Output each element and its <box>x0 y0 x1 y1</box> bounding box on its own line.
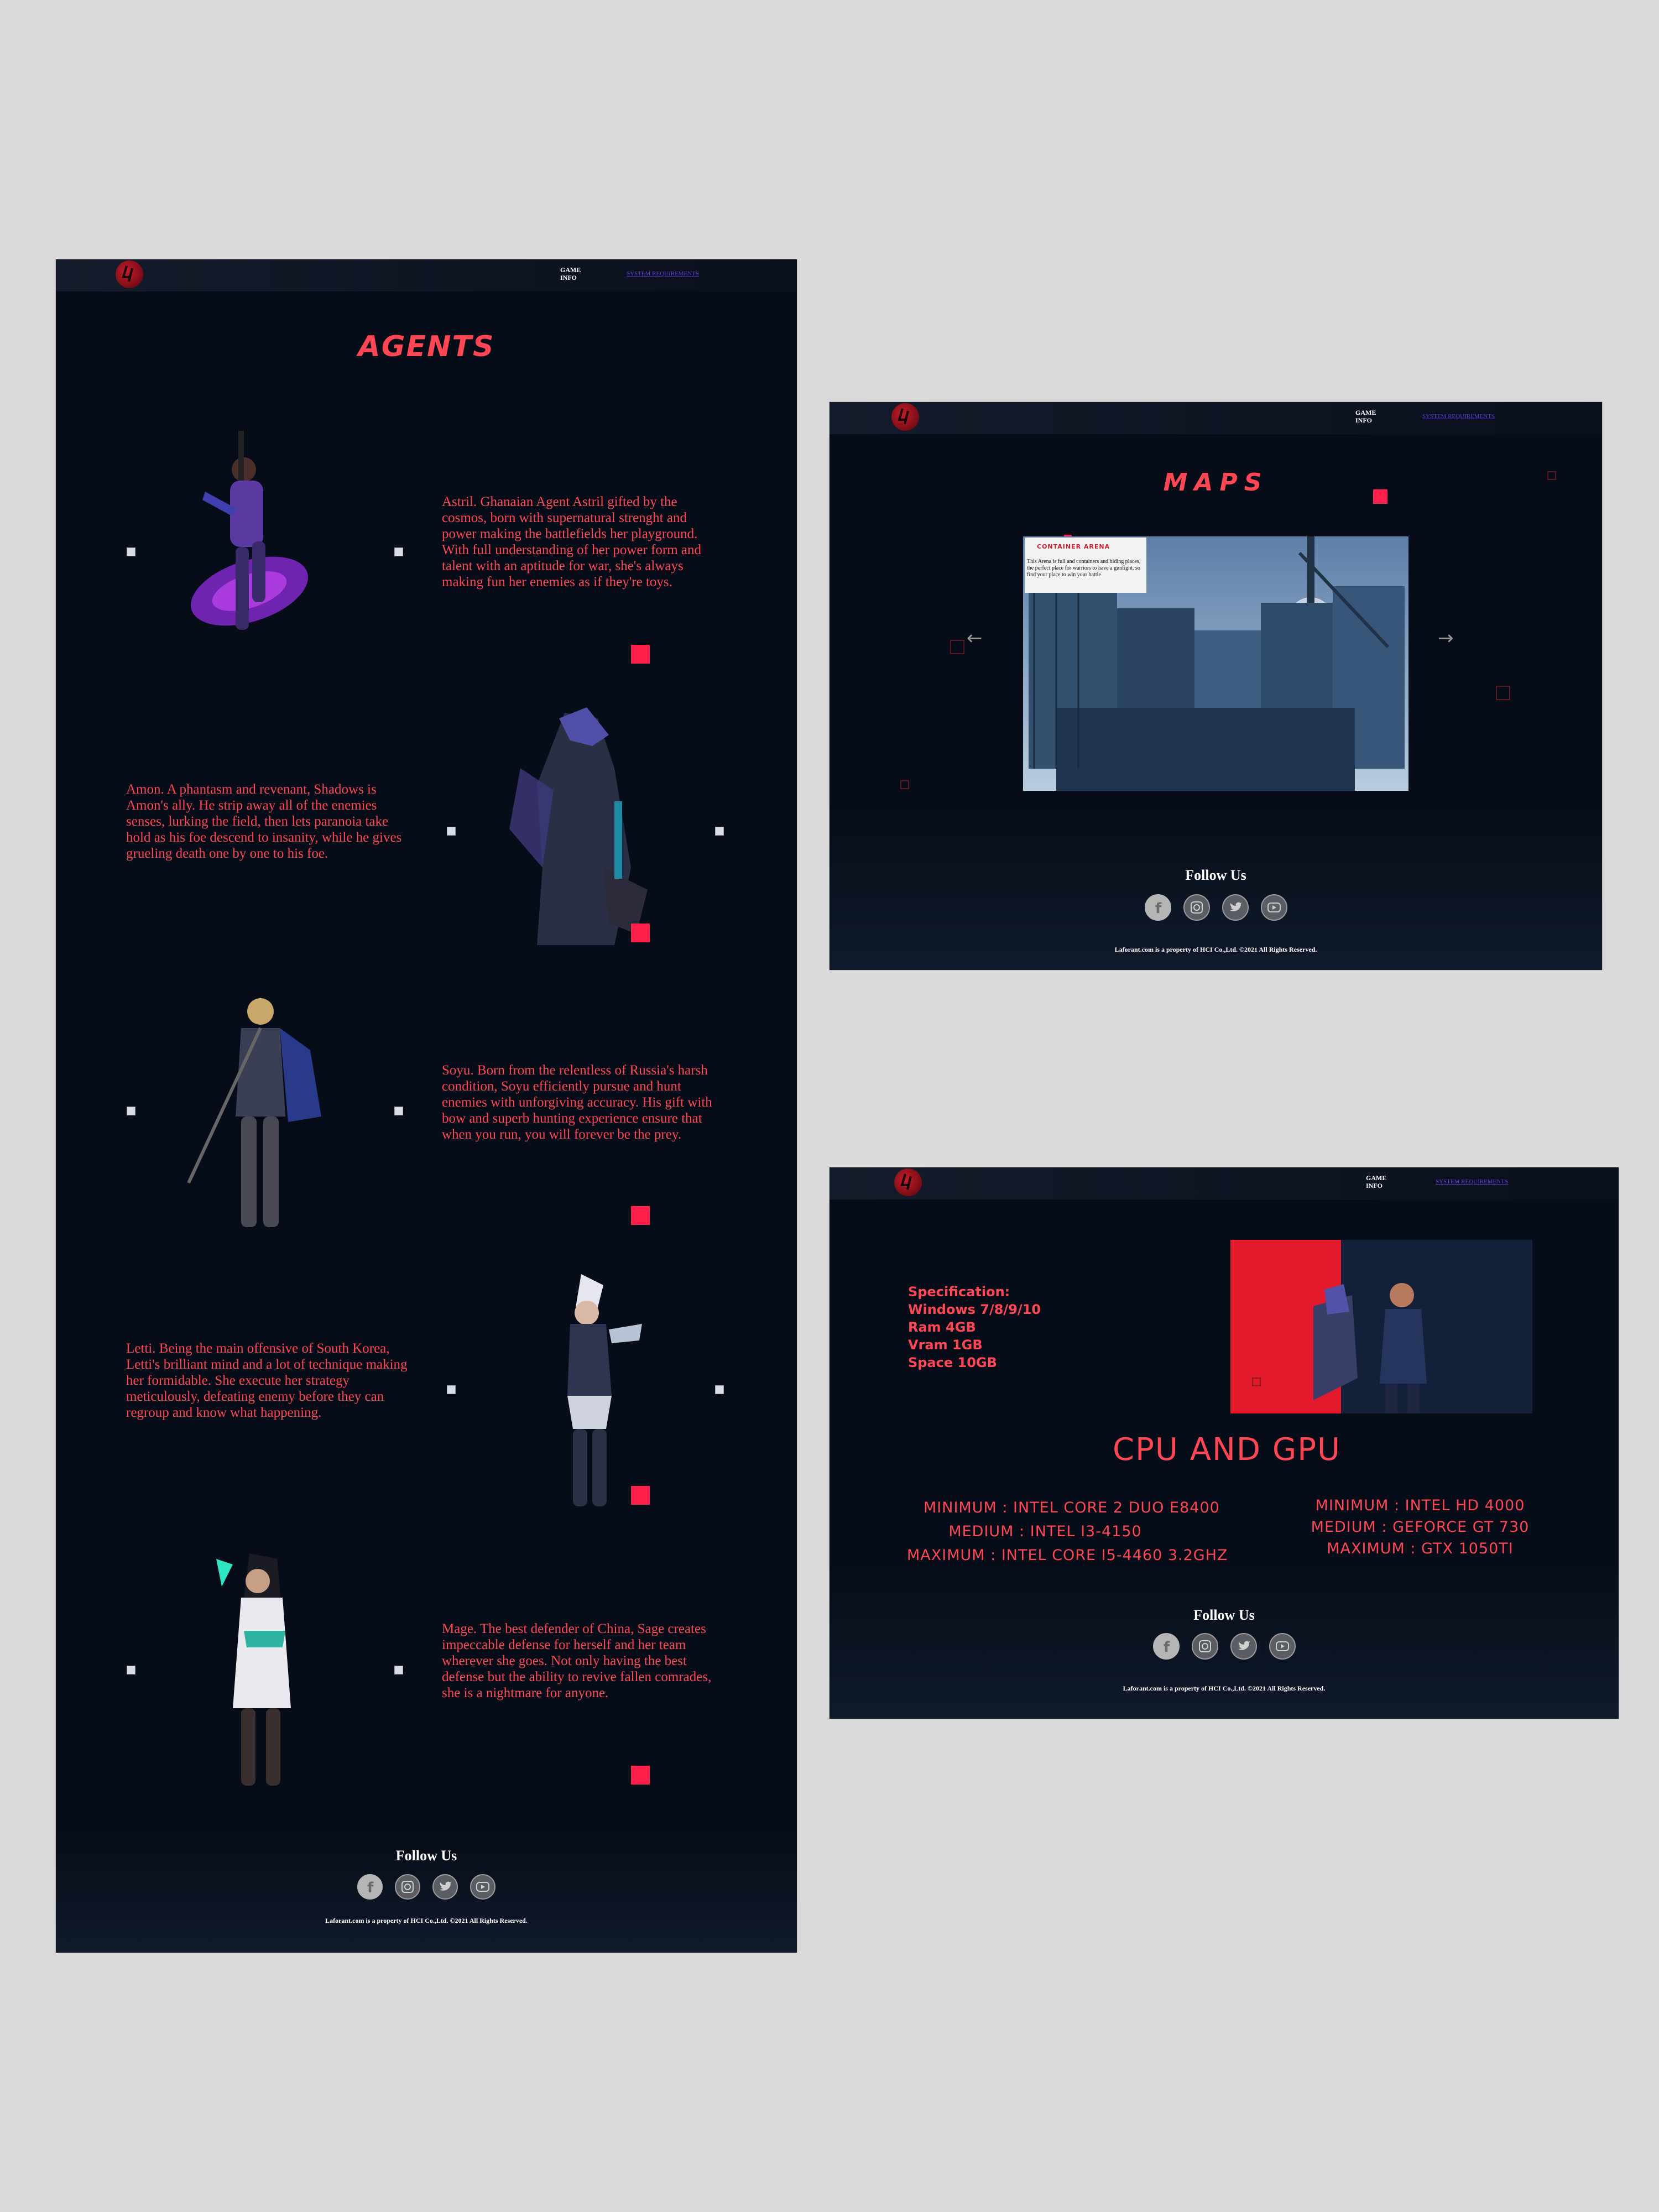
facebook-icon[interactable]: f <box>357 1874 383 1900</box>
navbar: GAME INFO SYSTEM REQUIREMENTS <box>830 402 1602 434</box>
logo-icon[interactable] <box>891 403 919 431</box>
agent-amon-image <box>509 707 648 945</box>
twitter-icon[interactable] <box>432 1874 458 1900</box>
svg-text:f: f <box>1164 1639 1170 1656</box>
system-requirements-page: GAME INFO SYSTEM REQUIREMENTS Specificat… <box>830 1167 1619 1719</box>
instagram-icon[interactable] <box>1191 1633 1218 1660</box>
cpu-maximum: MAXIMUM : INTEL CORE I5-4460 3.2GHZ <box>907 1547 1228 1564</box>
follow-us-heading: Follow Us <box>1193 1607 1255 1623</box>
copyright-text: Laforant.com is a property of HCI Co.,Lt… <box>1114 946 1317 953</box>
slider-handle[interactable] <box>394 1666 403 1674</box>
slider-handle[interactable] <box>127 547 135 556</box>
slider-handle[interactable] <box>394 547 403 556</box>
decor-square <box>1547 471 1556 480</box>
decor-square <box>631 1766 650 1785</box>
spec-line: Ram 4GB <box>908 1319 976 1335</box>
decor-square <box>1373 489 1387 504</box>
slider-handle[interactable] <box>127 1666 135 1674</box>
spec-line: Space 10GB <box>908 1355 997 1370</box>
page-title: AGENTS <box>358 330 495 363</box>
youtube-icon[interactable] <box>1269 1633 1296 1660</box>
gpu-medium: MEDIUM : GEFORCE GT 730 <box>1311 1519 1530 1536</box>
nav-game-info[interactable]: GAME INFO <box>560 266 593 281</box>
twitter-icon[interactable] <box>1230 1633 1257 1660</box>
agent-description: Letti. Being the main offensive of South… <box>126 1341 408 1420</box>
nav-game-info[interactable]: GAME INFO <box>1355 409 1389 424</box>
facebook-icon[interactable]: f <box>1152 1633 1180 1660</box>
decor-square <box>631 1486 650 1505</box>
spec-line: Windows 7/8/9/10 <box>908 1302 1041 1317</box>
nav-game-info[interactable]: GAME INFO <box>1366 1174 1399 1190</box>
prev-arrow-icon[interactable]: ← <box>967 627 983 649</box>
decor-square <box>1496 686 1510 700</box>
agent-description: Mage. The best defender of China, Sage c… <box>442 1621 712 1700</box>
decor-square <box>631 645 650 664</box>
gpu-maximum: MAXIMUM : GTX 1050TI <box>1327 1540 1514 1557</box>
agent-astril-image <box>191 431 308 630</box>
specification-label: Specification: <box>908 1284 1010 1300</box>
agents-artwork-image <box>1230 1240 1532 1413</box>
logo-icon[interactable] <box>116 260 143 288</box>
map-card: CONTAINER ARENA This Arena is full and c… <box>1025 538 1146 593</box>
instagram-icon[interactable] <box>395 1874 420 1900</box>
copyright-text: Laforant.com is a property of HCI Co.,Lt… <box>1123 1684 1326 1692</box>
copyright-text: Laforant.com is a property of HCI Co.,Lt… <box>325 1917 528 1924</box>
decor-square <box>631 1206 650 1225</box>
follow-us-heading: Follow Us <box>1185 867 1246 883</box>
agent-description: Soyu. Born from the relentless of Russia… <box>442 1063 712 1142</box>
decor-square <box>900 780 909 789</box>
social-links: f <box>830 894 1602 921</box>
nav-system-requirements[interactable]: SYSTEM REQUIREMENTS <box>627 270 699 277</box>
twitter-icon[interactable] <box>1222 894 1249 921</box>
slider-handle[interactable] <box>447 1385 456 1394</box>
navbar: GAME INFO SYSTEM REQUIREMENTS <box>56 259 797 291</box>
section-title: CPU AND GPU <box>1113 1432 1341 1468</box>
facebook-icon[interactable]: f <box>1144 894 1171 921</box>
social-links: f <box>56 1874 797 1900</box>
agent-description: Amon. A phantasm and revenant, Shadows i… <box>126 782 402 861</box>
social-links: f <box>830 1633 1619 1660</box>
spec-line: Vram 1GB <box>908 1337 983 1353</box>
agent-soyu-image <box>187 998 321 1227</box>
agent-letti-image <box>567 1274 642 1506</box>
slider-handle[interactable] <box>715 1385 724 1394</box>
youtube-icon[interactable] <box>1260 894 1287 921</box>
map-name: CONTAINER ARENA <box>1037 543 1110 550</box>
instagram-icon[interactable] <box>1183 894 1210 921</box>
gpu-minimum: MINIMUM : INTEL HD 4000 <box>1315 1497 1525 1514</box>
decor-square <box>950 640 964 654</box>
nav-system-requirements[interactable]: SYSTEM REQUIREMENTS <box>1436 1178 1508 1185</box>
slider-handle[interactable] <box>127 1107 135 1115</box>
map-description: This Arena is full and containers and hi… <box>1027 559 1141 578</box>
svg-text:f: f <box>367 1880 374 1896</box>
cpu-minimum: MINIMUM : INTEL CORE 2 DUO E8400 <box>924 1499 1220 1516</box>
page-title: MAPS <box>1163 468 1269 497</box>
svg-text:f: f <box>1155 900 1162 917</box>
cpu-medium: MEDIUM : INTEL I3-4150 <box>948 1523 1142 1540</box>
slider-handle[interactable] <box>447 827 456 836</box>
agent-description: Astril. Ghanaian Agent Astril gifted by … <box>442 494 702 589</box>
nav-system-requirements[interactable]: SYSTEM REQUIREMENTS <box>1422 413 1495 420</box>
slider-handle[interactable] <box>394 1107 403 1115</box>
logo-icon[interactable] <box>894 1168 922 1196</box>
agents-page: GAME INFO SYSTEM REQUIREMENTS AGENTS Ast… <box>56 259 797 1953</box>
slider-handle[interactable] <box>715 827 724 836</box>
follow-us-heading: Follow Us <box>395 1848 457 1864</box>
maps-page: GAME INFO SYSTEM REQUIREMENTS MAPS ← → C… <box>830 402 1602 970</box>
next-arrow-icon[interactable]: → <box>1438 627 1454 649</box>
youtube-icon[interactable] <box>470 1874 495 1900</box>
agent-mage-image <box>216 1553 291 1786</box>
navbar: GAME INFO SYSTEM REQUIREMENTS <box>830 1167 1619 1199</box>
footer <box>830 804 1602 970</box>
decor-square <box>631 924 650 942</box>
